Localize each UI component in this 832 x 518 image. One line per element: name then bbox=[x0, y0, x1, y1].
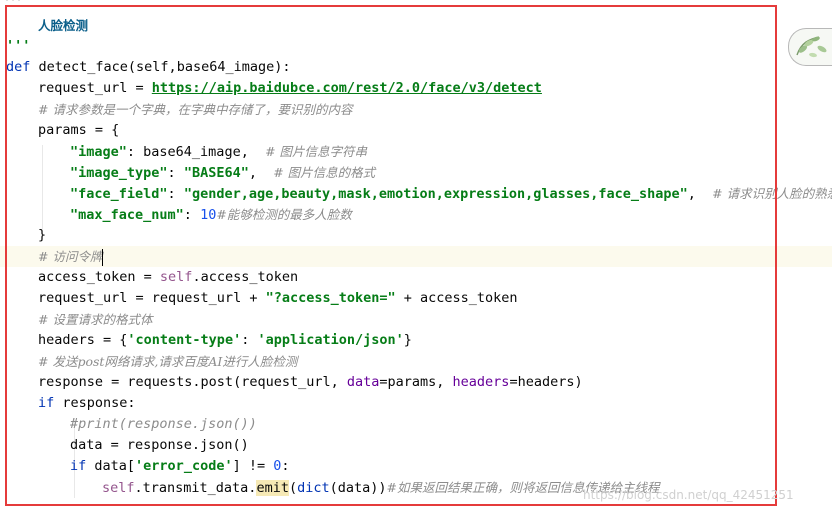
code-comment: # 访问令牌 bbox=[38, 249, 103, 264]
code-comment: #能够检测的最多人脸数 bbox=[216, 207, 352, 222]
code-line: if data['error_code'] != 0: bbox=[70, 458, 290, 474]
code-line: request_url = request_url + "?access_tok… bbox=[38, 290, 518, 306]
code-line: if response: bbox=[38, 395, 136, 411]
code-line: # 请求参数是一个字典，在字典中存储了，要识别的内容 bbox=[38, 99, 352, 120]
code-line: params = { bbox=[38, 122, 120, 138]
current-line[interactable]: # 访问令牌 bbox=[0, 246, 832, 267]
code-line: # 发送post网络请求,请求百度AI进行人脸检测 bbox=[38, 351, 297, 372]
code-comment: # 请求参数是一个字典，在字典中存储了，要识别的内容 bbox=[38, 102, 353, 117]
url-link[interactable]: https://aip.baidubce.com/rest/2.0/face/v… bbox=[152, 80, 542, 96]
code-line: access_token = self.access_token bbox=[38, 269, 299, 285]
function-name: detect_face bbox=[38, 59, 128, 75]
code-line: "max_face_num": 10#能够检测的最多人脸数 bbox=[70, 207, 352, 223]
indent-guide bbox=[42, 145, 43, 229]
docstring-quote: ''' bbox=[6, 38, 31, 54]
code-line: headers = {'content-type': 'application/… bbox=[38, 332, 412, 348]
code-line: ''' bbox=[6, 36, 30, 57]
code-comment: # 请求识别人脸的熟悉 bbox=[712, 186, 832, 201]
code-editor[interactable]: ''' 人脸检测 ''' def detect_face(self,base64… bbox=[0, 0, 832, 518]
code-line: } bbox=[38, 227, 47, 243]
floating-avatar[interactable] bbox=[788, 28, 832, 66]
code-line: "face_field": "gender,age,beauty,mask,em… bbox=[70, 183, 832, 204]
code-line: def detect_face(self,base64_image): bbox=[6, 59, 291, 75]
code-line: # 设置请求的格式体 bbox=[38, 309, 152, 330]
code-line: request_url = https://aip.baidubce.com/r… bbox=[38, 80, 542, 96]
code-comment: # 发送post网络请求,请求百度AI进行人脸检测 bbox=[38, 354, 298, 369]
leaf-icon bbox=[796, 36, 827, 58]
code-line: self.transmit_data.emit(dict(data))#如果返回… bbox=[102, 480, 660, 496]
previous-line-fragment: ''' bbox=[4, 0, 23, 8]
code-line: "image": base64_image, # 图片信息字符串 bbox=[70, 144, 368, 160]
code-line: #print(response.json()) bbox=[70, 414, 257, 435]
code-line: 人脸检测 bbox=[38, 15, 88, 36]
code-comment: # 图片信息的格式 bbox=[273, 165, 376, 180]
code-line: "image_type": "BASE64", # 图片信息的格式 bbox=[70, 165, 376, 181]
code-comment: # 设置请求的格式体 bbox=[38, 312, 153, 327]
watermark: https://blog.csdn.net/qq_42451251 bbox=[583, 488, 794, 502]
text-caret bbox=[102, 248, 104, 266]
code-comment: # 图片信息字符串 bbox=[265, 144, 368, 159]
code-line: data = response.json() bbox=[70, 437, 249, 453]
docstring-title: 人脸检测 bbox=[38, 18, 89, 33]
code-line: response = requests.post(request_url, da… bbox=[38, 374, 583, 390]
code-comment: #print(response.json()) bbox=[70, 416, 257, 432]
